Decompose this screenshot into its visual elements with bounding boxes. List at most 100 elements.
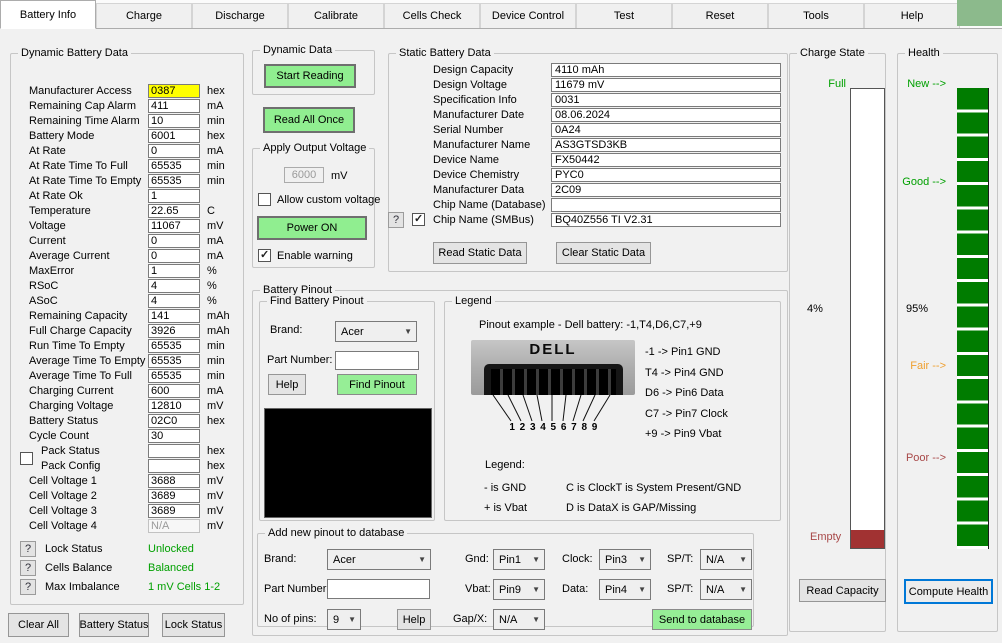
- field-manufacturer-access[interactable]: [148, 84, 200, 98]
- field-remaining-capacity[interactable]: [148, 309, 200, 323]
- read-capacity-button[interactable]: Read Capacity: [799, 579, 886, 602]
- field-charging-voltage[interactable]: [148, 399, 200, 413]
- allow-custom-voltage-checkbox[interactable]: [258, 193, 271, 206]
- field-charging-current[interactable]: [148, 384, 200, 398]
- field-at-rate-time-to-empty[interactable]: [148, 174, 200, 188]
- row-label: Full Charge Capacity: [29, 325, 132, 337]
- legend-key: X is GAP/Missing: [611, 502, 696, 514]
- field-battery-status[interactable]: [148, 414, 200, 428]
- field-run-time-to-empty[interactable]: [148, 339, 200, 353]
- start-reading-button[interactable]: Start Reading: [264, 64, 356, 88]
- field-cell-voltage-2[interactable]: [148, 489, 200, 503]
- field-specification-info[interactable]: [551, 93, 781, 107]
- read-all-once-button[interactable]: Read All Once: [263, 107, 355, 133]
- field-cell-voltage-3[interactable]: [148, 504, 200, 518]
- tab-tools[interactable]: Tools: [768, 3, 864, 28]
- row-label: Chip Name (SMBus): [433, 214, 534, 226]
- tab-charge[interactable]: Charge: [96, 3, 192, 28]
- help-question-button[interactable]: ?: [388, 212, 404, 228]
- field-voltage[interactable]: [148, 219, 200, 233]
- tab-cells-check[interactable]: Cells Check: [384, 3, 480, 28]
- field-at-rate-time-to-full[interactable]: [148, 159, 200, 173]
- gnd-select[interactable]: Pin1 ▼: [493, 549, 545, 570]
- pins-count-select[interactable]: 9 ▼: [327, 609, 361, 630]
- send-to-database-button[interactable]: Send to database: [652, 609, 752, 630]
- field-asoc[interactable]: [148, 294, 200, 308]
- clear-all-button[interactable]: Clear All: [8, 613, 69, 637]
- vbat-select[interactable]: Pin9 ▼: [493, 579, 545, 600]
- field-device-chemistry[interactable]: [551, 168, 781, 182]
- spt1-select[interactable]: N/A ▼: [700, 549, 752, 570]
- tab-calibrate[interactable]: Calibrate: [288, 3, 384, 28]
- field-design-capacity[interactable]: [551, 63, 781, 77]
- field-remaining-cap-alarm[interactable]: [148, 99, 200, 113]
- field-cell-voltage-1[interactable]: [148, 474, 200, 488]
- tab-device-control[interactable]: Device Control: [480, 3, 576, 28]
- field-maxerror[interactable]: [148, 264, 200, 278]
- pin-mapping-item: C7 -> Pin7 Clock: [645, 408, 728, 420]
- tab-test[interactable]: Test: [576, 3, 672, 28]
- field-rsoc[interactable]: [148, 279, 200, 293]
- row-unit: mAh: [207, 310, 230, 322]
- add-brand-select[interactable]: Acer ▼: [327, 549, 431, 570]
- field-cycle-count[interactable]: [148, 429, 200, 443]
- table-row: RSoC %: [11, 279, 243, 294]
- brand-select[interactable]: Acer ▼: [335, 321, 417, 342]
- field-chip-name-smbus[interactable]: [551, 213, 781, 227]
- help-question-button[interactable]: ?: [20, 541, 36, 557]
- field-manufacturer-data[interactable]: [551, 183, 781, 197]
- part-number-input[interactable]: [335, 351, 419, 370]
- charge-percent-label: 4%: [807, 303, 823, 315]
- field-device-name[interactable]: [551, 153, 781, 167]
- field-remaining-time-alarm[interactable]: [148, 114, 200, 128]
- field-manufacturer-date[interactable]: [551, 108, 781, 122]
- clock-select[interactable]: Pin3 ▼: [599, 549, 651, 570]
- field-pack-status[interactable]: [148, 444, 200, 458]
- add-part-number-input[interactable]: [327, 579, 430, 599]
- table-row: At Rate Ok: [11, 189, 243, 204]
- spt2-select[interactable]: N/A ▼: [700, 579, 752, 600]
- field-temperature[interactable]: [148, 204, 200, 218]
- compute-health-button[interactable]: Compute Health: [904, 579, 993, 604]
- help-question-button[interactable]: ?: [20, 579, 36, 595]
- field-at-rate[interactable]: [148, 144, 200, 158]
- battery-status-button[interactable]: Battery Status: [79, 613, 149, 637]
- tab-battery-info[interactable]: Battery Info: [0, 0, 96, 29]
- lock-status-button[interactable]: Lock Status: [162, 613, 225, 637]
- battery-connector-photo: DELL: [471, 340, 635, 395]
- gapx-select[interactable]: N/A ▼: [493, 609, 545, 630]
- field-battery-mode[interactable]: [148, 129, 200, 143]
- clear-static-data-button[interactable]: Clear Static Data: [556, 242, 651, 264]
- field-at-rate-ok[interactable]: [148, 189, 200, 203]
- tab-discharge[interactable]: Discharge: [192, 3, 288, 28]
- help-button[interactable]: Help: [268, 374, 306, 395]
- field-serial-number[interactable]: [551, 123, 781, 137]
- field-average-current[interactable]: [148, 249, 200, 263]
- field-chip-name-database[interactable]: [551, 198, 781, 212]
- read-static-data-button[interactable]: Read Static Data: [433, 242, 527, 264]
- find-pinout-button[interactable]: Find Pinout: [337, 374, 417, 395]
- tab-reset[interactable]: Reset: [672, 3, 768, 28]
- field-pack-config[interactable]: [148, 459, 200, 473]
- smbus-checkbox[interactable]: [412, 213, 425, 226]
- tab-help[interactable]: Help: [864, 3, 960, 28]
- row-unit: %: [207, 280, 217, 292]
- row-unit: min: [207, 355, 225, 367]
- row-label: Battery Status: [29, 415, 98, 427]
- field-design-voltage[interactable]: [551, 78, 781, 92]
- field-average-time-to-full[interactable]: [148, 369, 200, 383]
- field-cell-voltage-4[interactable]: [148, 519, 200, 533]
- field-manufacturer-name[interactable]: [551, 138, 781, 152]
- help-question-button[interactable]: ?: [20, 560, 36, 576]
- table-row: Charging Current mA: [11, 384, 243, 399]
- field-average-time-to-empty[interactable]: [148, 354, 200, 368]
- row-unit: min: [207, 370, 225, 382]
- add-help-button[interactable]: Help: [397, 609, 431, 630]
- field-current[interactable]: [148, 234, 200, 248]
- data-select[interactable]: Pin4 ▼: [599, 579, 651, 600]
- table-row: Remaining Cap Alarm mA: [11, 99, 243, 114]
- power-on-button[interactable]: Power ON: [257, 216, 367, 240]
- field-full-charge-capacity[interactable]: [148, 324, 200, 338]
- enable-warning-checkbox[interactable]: [258, 249, 271, 262]
- custom-voltage-input[interactable]: [284, 167, 324, 183]
